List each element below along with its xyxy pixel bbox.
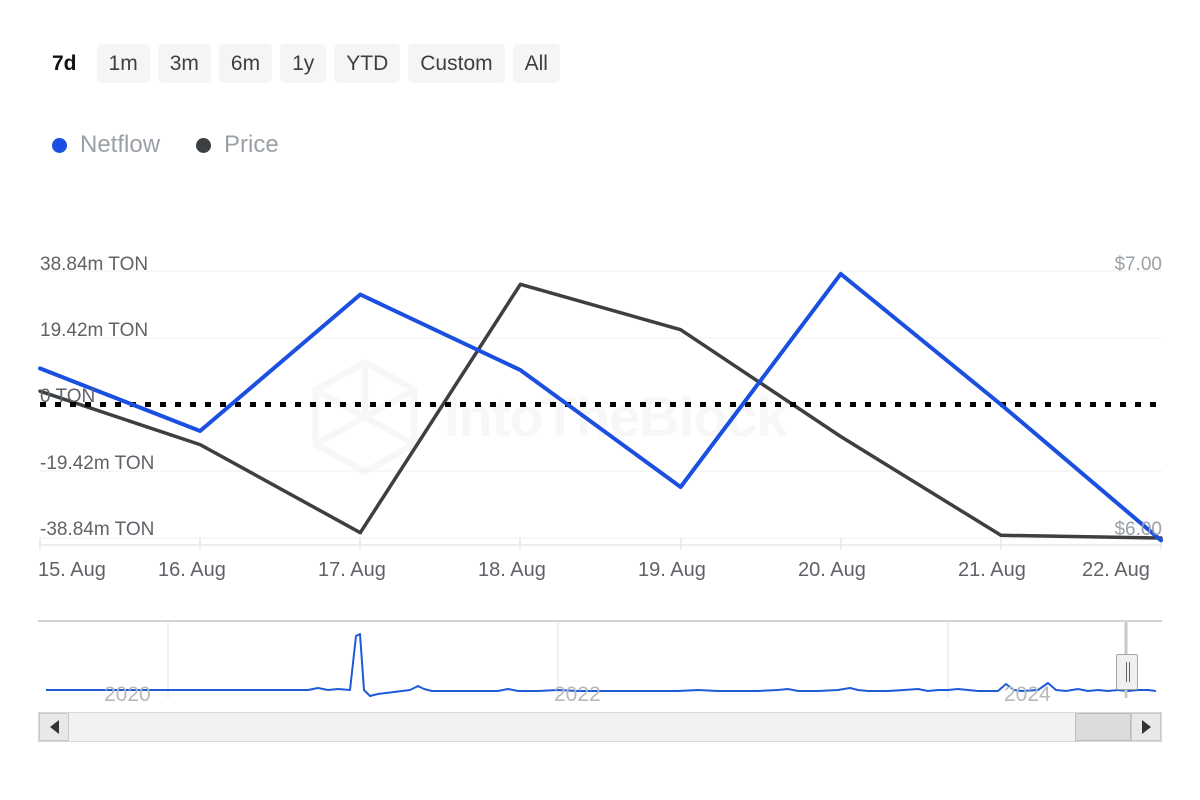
range-button-all[interactable]: All [513,44,560,83]
y-axis-label-1: 38.84m TON [40,255,148,274]
x-axis-label-1: 15. Aug [38,560,106,580]
y2-axis-label-2: $6.00 [1114,520,1162,539]
x-axis-label-7: 21. Aug [958,560,1026,580]
chart-legend: Netflow Price [52,133,279,157]
range-button-6m[interactable]: 6m [219,44,272,83]
navigator[interactable]: 2020 2022 2024 [38,620,1162,700]
legend-item-netflow[interactable]: Netflow [52,133,160,157]
range-button-custom[interactable]: Custom [408,44,504,83]
legend-item-price[interactable]: Price [196,133,279,157]
arrow-left-icon[interactable] [39,713,69,741]
navigator-year-2022: 2022 [554,684,601,705]
y-axis-label-3: 0 TON [40,387,95,406]
y-axis-label-2: 19.42m TON [40,321,148,340]
y-axis-label-4: -19.42m TON [40,454,154,473]
x-axis-label-8: 22. Aug [1082,560,1150,580]
y2-axis-label-1: $7.00 [1114,255,1162,274]
scrollbar-thumb[interactable] [1075,713,1131,741]
series-dot-icon [52,138,67,153]
series-line-price [40,284,1161,538]
legend-label-price: Price [224,133,279,157]
horizontal-scrollbar[interactable] [38,712,1162,742]
navigator-series-line [46,634,1156,696]
x-axis-label-2: 16. Aug [158,560,226,580]
x-axis-label-5: 19. Aug [638,560,706,580]
range-button-ytd[interactable]: YTD [334,44,400,83]
arrow-left-glyph [50,720,59,734]
navigator-year-2024: 2024 [1004,684,1051,705]
x-axis-label-3: 17. Aug [318,560,386,580]
range-button-1y[interactable]: 1y [280,44,326,83]
range-button-3m[interactable]: 3m [158,44,211,83]
arrow-right-icon[interactable] [1131,713,1161,741]
x-axis [40,538,1162,550]
x-axis-label-6: 20. Aug [798,560,866,580]
chart-svg [0,230,1200,590]
range-selector[interactable]: 7d 1m 3m 6m 1y YTD Custom All [40,44,560,83]
series-line-netflow [40,274,1161,540]
x-axis-label-4: 18. Aug [478,560,546,580]
navigator-year-2020: 2020 [104,684,151,705]
range-button-7d[interactable]: 7d [40,44,89,83]
legend-label-netflow: Netflow [80,133,160,157]
series-dot-icon [196,138,211,153]
arrow-right-glyph [1142,720,1151,734]
chart-plot-area[interactable]: 38.84m TON 19.42m TON 0 TON -19.42m TON … [0,230,1200,590]
range-button-1m[interactable]: 1m [97,44,150,83]
navigator-handle-icon[interactable] [1116,654,1138,690]
y-axis-label-5: -38.84m TON [40,520,154,539]
